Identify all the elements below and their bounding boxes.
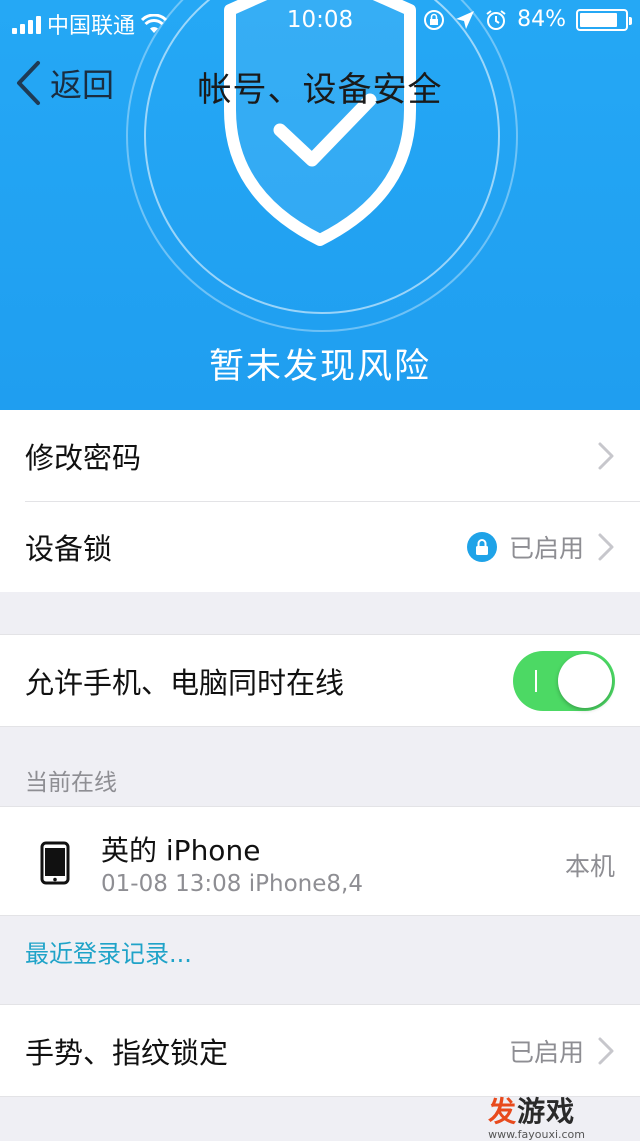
device-meta: 01-08 13:08 iPhone8,4 — [101, 871, 363, 897]
chevron-right-icon — [598, 533, 614, 560]
allow-simultaneous-label: 允许手机、电脑同时在线 — [25, 665, 345, 700]
site-watermark: 发游戏 www.fayouxi.com — [488, 1090, 585, 1141]
gesture-fingerprint-row[interactable]: 手势、指纹锁定 已启用 — [0, 1005, 640, 1096]
gesture-fingerprint-right: 已启用 — [509, 1005, 616, 1096]
gesture-lock-group: 手势、指纹锁定 已启用 — [0, 1004, 640, 1097]
simultaneous-online-group: 允许手机、电脑同时在线 — [0, 634, 640, 727]
allow-simultaneous-row: 允许手机、电脑同时在线 — [0, 635, 640, 726]
toggle-on-mark — [535, 670, 537, 692]
allow-simultaneous-toggle[interactable] — [513, 651, 615, 711]
current-device-tag: 本机 — [564, 852, 615, 881]
back-label: 返回 — [50, 66, 115, 104]
battery-icon — [576, 8, 632, 31]
online-device-row[interactable]: 英的 iPhone 01-08 13:08 iPhone8,4 本机 — [0, 806, 640, 916]
location-icon — [456, 10, 475, 29]
device-name: 英的 iPhone — [101, 834, 261, 867]
change-password-row[interactable]: 修改密码 — [0, 410, 640, 501]
account-security-group: 修改密码 设备锁 已启用 — [0, 410, 640, 592]
current-online-section-title: 当前在线 — [25, 770, 117, 796]
status-right-group: 84% — [423, 7, 632, 32]
gesture-fingerprint-status: 已启用 — [508, 1037, 584, 1067]
status-bar: 中国联通 10:08 84% — [0, 0, 640, 40]
gesture-fingerprint-label: 手势、指纹锁定 — [25, 1035, 229, 1070]
device-lock-status: 已启用 — [508, 533, 584, 563]
watermark-brand-b: 游戏 — [517, 1095, 576, 1128]
chevron-left-icon — [17, 61, 40, 105]
back-button[interactable]: 返回 — [14, 60, 114, 106]
recent-login-link[interactable]: 最近登录记录... — [25, 934, 192, 969]
chevron-right-icon — [598, 1037, 614, 1064]
change-password-label: 修改密码 — [25, 440, 142, 475]
watermark-brand-a: 发 — [488, 1095, 518, 1128]
battery-percent: 84% — [517, 7, 566, 32]
lock-icon — [466, 531, 497, 562]
watermark-brand: 发游戏 — [488, 1090, 575, 1130]
rotation-lock-icon — [424, 9, 445, 30]
phone-icon — [40, 841, 70, 885]
chevron-right-icon — [598, 442, 614, 469]
security-header: 中国联通 10:08 84% 返回 帐号、设备安全 暂未发现风险 — [0, 0, 640, 410]
alarm-icon — [486, 9, 506, 30]
device-lock-right: 已启用 — [466, 501, 616, 592]
device-lock-label: 设备锁 — [25, 531, 113, 566]
battery-fill — [580, 12, 617, 27]
device-lock-row[interactable]: 设备锁 已启用 — [0, 501, 640, 592]
toggle-knob — [558, 654, 612, 708]
risk-status-text: 暂未发现风险 — [208, 347, 431, 387]
change-password-right — [596, 410, 616, 501]
watermark-domain: www.fayouxi.com — [488, 1128, 585, 1141]
